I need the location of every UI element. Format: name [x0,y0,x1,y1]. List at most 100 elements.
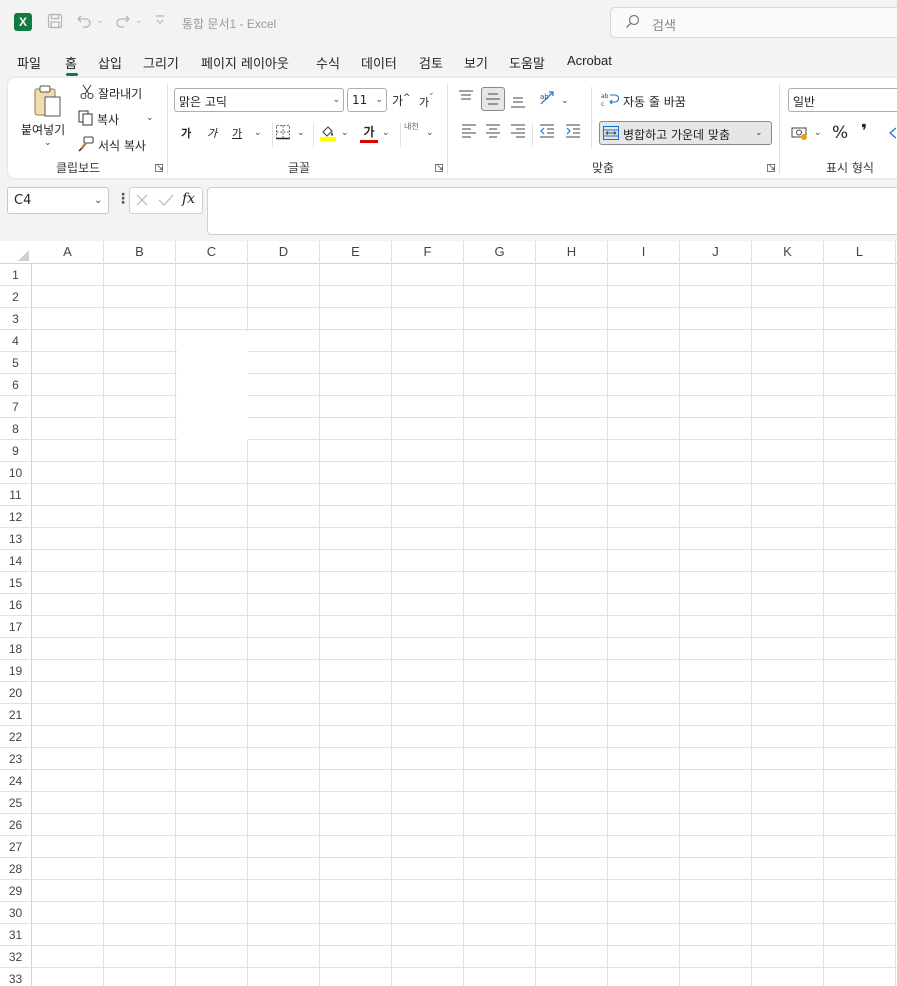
enter-checkmark-icon[interactable] [158,193,174,211]
cancel-icon[interactable] [135,193,149,211]
percent-style-button[interactable]: % [832,123,848,143]
row-header-30[interactable]: 30 [0,902,32,924]
decrease-decimal-icon[interactable] [886,125,897,145]
orientation-icon[interactable]: ab [539,90,557,110]
fill-color-dropdown-icon[interactable]: ⌄ [341,128,349,138]
column-header-f[interactable]: F [392,241,464,264]
row-header-9[interactable]: 9 [0,440,32,462]
merge-center-button[interactable]: 병합하고 가운데 맞춤 ⌄ [599,121,772,145]
column-header-d[interactable]: D [248,241,320,264]
undo-icon[interactable] [76,12,92,31]
undo-dropdown-icon[interactable]: ⌄ [96,16,104,26]
row-header-24[interactable]: 24 [0,770,32,792]
row-header-8[interactable]: 8 [0,418,32,440]
italic-button[interactable]: 가 [207,125,217,141]
align-right-icon[interactable] [510,124,526,142]
row-header-19[interactable]: 19 [0,660,32,682]
tab-page-layout[interactable]: 페이지 레이아웃 [201,53,289,72]
row-header-11[interactable]: 11 [0,484,32,506]
comma-style-button[interactable]: ❜ [861,121,867,142]
row-header-21[interactable]: 21 [0,704,32,726]
paste-dropdown-icon[interactable]: ⌄ [44,138,52,148]
search-box[interactable]: 검색 [610,7,897,38]
tab-review[interactable]: 검토 [419,53,443,72]
worksheet-grid[interactable]: A B C D E F G H I J K L 1 2 3 4 5 6 7 8 9 10 11 12 13 14 15 16 17 18 1… [0,241,897,986]
column-header-k[interactable]: K [752,241,824,264]
tab-view[interactable]: 보기 [464,53,488,72]
tab-home[interactable]: 홈 [65,53,77,72]
row-header-15[interactable]: 15 [0,572,32,594]
row-header-31[interactable]: 31 [0,924,32,946]
row-header-20[interactable]: 20 [0,682,32,704]
row-header-27[interactable]: 27 [0,836,32,858]
row-header-2[interactable]: 2 [0,286,32,308]
paste-button[interactable]: 붙여넣기 ⌄ [21,84,72,156]
tab-help[interactable]: 도움말 [509,53,545,72]
select-all-button[interactable] [18,250,29,261]
row-header-17[interactable]: 17 [0,616,32,638]
row-header-16[interactable]: 16 [0,594,32,616]
borders-icon[interactable] [275,124,291,144]
align-left-icon[interactable] [461,124,477,142]
column-header-j[interactable]: J [680,241,752,264]
column-header-a[interactable]: A [32,241,104,264]
row-header-23[interactable]: 23 [0,748,32,770]
tab-data[interactable]: 데이터 [361,53,397,72]
font-color-dropdown-icon[interactable]: ⌄ [382,128,390,138]
row-header-5[interactable]: 5 [0,352,32,374]
tab-acrobat[interactable]: Acrobat [567,53,612,68]
insert-function-button[interactable]: fx [182,191,195,207]
font-name-combo[interactable]: 맑은 고딕 ⌄ [174,88,344,112]
column-header-e[interactable]: E [320,241,392,264]
redo-dropdown-icon[interactable]: ⌄ [135,16,143,26]
number-format-combo[interactable]: 일반 [788,88,897,112]
clipboard-dialog-launcher-icon[interactable]: ↘ [155,164,164,173]
row-header-26[interactable]: 26 [0,814,32,836]
borders-dropdown-icon[interactable]: ⌄ [297,128,305,138]
decrease-font-size-button[interactable]: 가˅ [419,93,439,110]
column-header-l[interactable]: L [824,241,896,264]
row-header-6[interactable]: 6 [0,374,32,396]
align-center-icon[interactable] [485,124,501,142]
column-header-c[interactable]: C [176,241,248,264]
increase-font-size-button[interactable]: 가^ [392,92,414,109]
copy-dropdown-icon[interactable]: ⌄ [146,113,154,123]
underline-button[interactable]: 가 [232,125,242,141]
redo-icon[interactable] [115,12,131,31]
tab-file[interactable]: 파일 [17,53,41,72]
underline-dropdown-icon[interactable]: ⌄ [254,128,262,138]
alignment-dialog-launcher-icon[interactable]: ↘ [767,164,776,173]
phonetic-guide-button[interactable]: 내천 [404,122,420,131]
merged-cell-c4-c8[interactable] [177,331,248,440]
row-header-10[interactable]: 10 [0,462,32,484]
bold-button[interactable]: 가 [181,125,191,141]
font-color-button[interactable]: 가 [360,123,378,143]
customize-quick-access-icon[interactable] [155,14,165,31]
row-header-25[interactable]: 25 [0,792,32,814]
column-header-i[interactable]: I [608,241,680,264]
save-icon[interactable] [47,13,63,32]
decrease-indent-icon[interactable] [539,124,555,142]
align-middle-button[interactable] [481,87,505,111]
cut-button[interactable]: 잘라내기 [80,83,160,103]
tab-formulas[interactable]: 수식 [316,53,340,72]
row-header-7[interactable]: 7 [0,396,32,418]
column-header-g[interactable]: G [464,241,536,264]
row-header-12[interactable]: 12 [0,506,32,528]
row-header-22[interactable]: 22 [0,726,32,748]
row-header-33[interactable]: 33 [0,968,32,986]
row-header-28[interactable]: 28 [0,858,32,880]
phonetic-dropdown-icon[interactable]: ⌄ [426,128,434,138]
row-header-32[interactable]: 32 [0,946,32,968]
row-header-1[interactable]: 1 [0,264,32,286]
name-box[interactable]: C4 ⌄ [7,187,109,214]
row-header-4[interactable]: 4 [0,330,32,352]
merge-dropdown-icon[interactable]: ⌄ [755,128,763,138]
copy-button[interactable]: 복사 ⌄ [78,109,158,129]
row-header-29[interactable]: 29 [0,880,32,902]
formula-input[interactable] [207,187,897,235]
align-top-icon[interactable] [458,90,474,108]
column-header-b[interactable]: B [104,241,176,264]
row-header-13[interactable]: 13 [0,528,32,550]
tab-insert[interactable]: 삽입 [98,53,122,72]
